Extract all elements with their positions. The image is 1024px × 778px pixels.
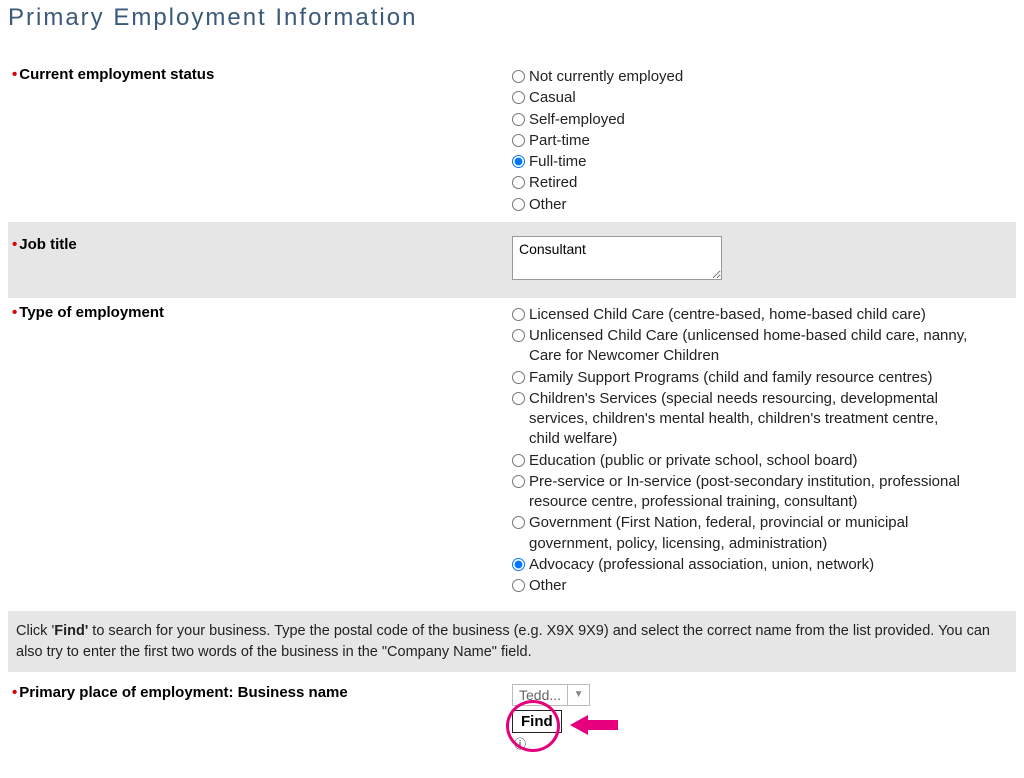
- employment-status-radio-label: Other: [529, 195, 567, 215]
- type-of-employment-option: Advocacy (professional association, unio…: [512, 555, 1012, 575]
- section-title: Primary Employment Information: [8, 4, 1016, 32]
- instruction-rest: to search for your business. Type the po…: [16, 623, 990, 659]
- job-title-input[interactable]: [512, 236, 722, 280]
- type-of-employment-option: Education (public or private school, sch…: [512, 451, 1012, 471]
- row-business-name: • Primary place of employment: Business …: [8, 678, 1016, 758]
- employment-status-option: Other: [512, 195, 1012, 215]
- label-business-name: Primary place of employment: Business na…: [19, 684, 347, 701]
- employment-status-option: Full-time: [512, 152, 1012, 172]
- employment-status-option: Retired: [512, 173, 1012, 193]
- info-icon: ⓘ: [514, 735, 1012, 752]
- type-of-employment-radio-label: Pre-service or In-service (post-secondar…: [529, 472, 969, 513]
- type-of-employment-option: Unlicensed Child Care (unlicensed home-b…: [512, 326, 1012, 367]
- type-of-employment-radio[interactable]: [512, 392, 525, 405]
- employment-status-radio[interactable]: [512, 155, 525, 168]
- type-of-employment-option: Pre-service or In-service (post-secondar…: [512, 472, 1012, 513]
- type-of-employment-option: Children's Services (special needs resou…: [512, 389, 1012, 450]
- type-of-employment-option: Licensed Child Care (centre-based, home-…: [512, 305, 1012, 325]
- type-of-employment-option: Other: [512, 576, 1012, 596]
- type-of-employment-radio-label: Other: [529, 576, 567, 596]
- find-button[interactable]: Find: [512, 710, 562, 733]
- employment-status-radio-label: Full-time: [529, 152, 587, 172]
- employment-status-option: Self-employed: [512, 110, 1012, 130]
- label-type-of-employment: Type of employment: [19, 304, 164, 321]
- required-indicator: •: [12, 684, 17, 701]
- type-of-employment-radio[interactable]: [512, 558, 525, 571]
- type-of-employment-radio-label: Children's Services (special needs resou…: [529, 389, 969, 450]
- type-of-employment-radio-label: Unlicensed Child Care (unlicensed home-b…: [529, 326, 969, 367]
- type-of-employment-radio-label: Government (First Nation, federal, provi…: [529, 513, 969, 554]
- chevron-down-icon[interactable]: ▼: [568, 684, 590, 706]
- type-of-employment-radio[interactable]: [512, 516, 525, 529]
- row-job-title: • Job title: [8, 222, 1016, 298]
- employment-status-radio-label: Casual: [529, 88, 576, 108]
- type-of-employment-option: Family Support Programs (child and famil…: [512, 368, 1012, 388]
- row-employment-status: • Current employment status Not currentl…: [8, 60, 1016, 222]
- type-of-employment-radio[interactable]: [512, 475, 525, 488]
- employment-status-radio-label: Not currently employed: [529, 67, 683, 87]
- employment-status-option: Not currently employed: [512, 67, 1012, 87]
- employment-status-radio[interactable]: [512, 198, 525, 211]
- business-name-select[interactable]: Tedd...: [512, 684, 568, 706]
- row-type-of-employment: • Type of employment Licensed Child Care…: [8, 298, 1016, 604]
- type-of-employment-option: Government (First Nation, federal, provi…: [512, 513, 1012, 554]
- instruction-bold: Find': [54, 623, 88, 639]
- type-of-employment-radio[interactable]: [512, 308, 525, 321]
- label-employment-status: Current employment status: [19, 66, 214, 83]
- employment-status-radio[interactable]: [512, 113, 525, 126]
- employment-status-radio-label: Part-time: [529, 131, 590, 151]
- employment-status-radio[interactable]: [512, 134, 525, 147]
- required-indicator: •: [12, 236, 17, 253]
- type-of-employment-radio-label: Licensed Child Care (centre-based, home-…: [529, 305, 926, 325]
- instruction-text: Click 'Find' to search for your business…: [8, 611, 1016, 672]
- type-of-employment-radio[interactable]: [512, 454, 525, 467]
- employment-status-option: Part-time: [512, 131, 1012, 151]
- type-of-employment-radio[interactable]: [512, 371, 525, 384]
- employment-status-option: Casual: [512, 88, 1012, 108]
- type-of-employment-radio[interactable]: [512, 329, 525, 342]
- required-indicator: •: [12, 304, 17, 321]
- employment-status-radio-label: Retired: [529, 173, 577, 193]
- instruction-prefix: Click ': [16, 623, 54, 639]
- type-of-employment-radio-label: Advocacy (professional association, unio…: [529, 555, 874, 575]
- employment-status-radio[interactable]: [512, 70, 525, 83]
- employment-status-radio-label: Self-employed: [529, 110, 625, 130]
- employment-status-radio[interactable]: [512, 91, 525, 104]
- required-indicator: •: [12, 66, 17, 83]
- type-of-employment-radio-label: Education (public or private school, sch…: [529, 451, 858, 471]
- type-of-employment-radio[interactable]: [512, 579, 525, 592]
- type-of-employment-radio-label: Family Support Programs (child and famil…: [529, 368, 932, 388]
- label-job-title: Job title: [19, 236, 77, 253]
- employment-status-radio[interactable]: [512, 176, 525, 189]
